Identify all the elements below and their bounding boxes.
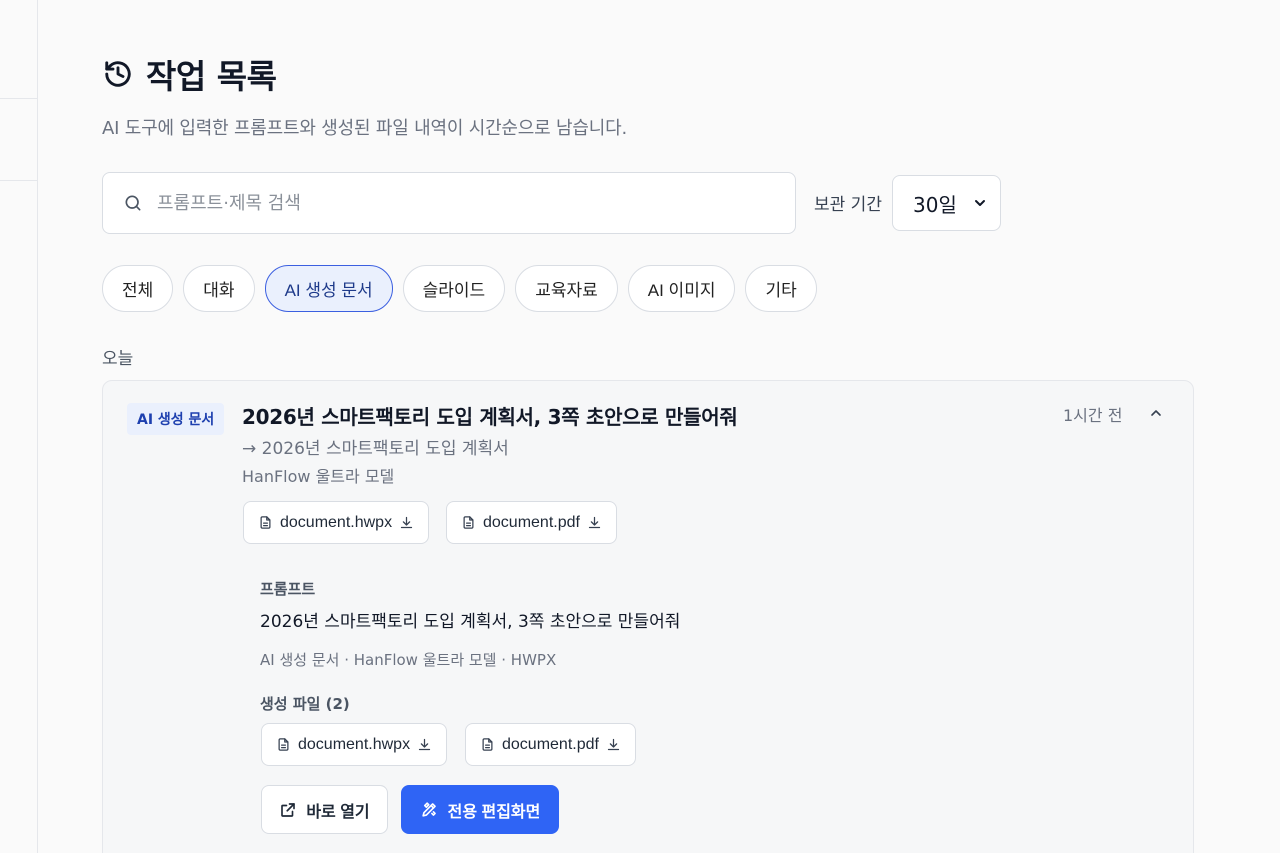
filter-chip-other[interactable]: 기타 [745, 265, 817, 312]
chevron-up-icon [1148, 405, 1164, 421]
history-icon [102, 58, 134, 90]
page-title: 작업 목록 [146, 57, 277, 96]
group-label-today: 오늘 [102, 349, 134, 369]
retention-label: 보관 기간 [814, 195, 882, 215]
item-time: 1시간 전 [1063, 406, 1123, 425]
filter-chip-ai-image[interactable]: AI 이미지 [627, 265, 736, 312]
page-header: 작업 목록 [102, 52, 277, 96]
open-button-label: 바로 열기 [306, 803, 370, 821]
generated-file-button[interactable]: document.hwpx [261, 723, 448, 766]
file-name: document.hwpx [280, 513, 393, 531]
prompt-meta: AI 생성 문서 · HanFlow 울트라 모델 · HWPX [260, 651, 557, 669]
open-button[interactable]: 바로 열기 [261, 785, 388, 834]
search-icon [123, 193, 143, 213]
item-target: → 2026년 스마트팩토리 도입 계획서 [242, 439, 509, 459]
filter-chip-all[interactable]: 전체 [102, 265, 174, 312]
search-input[interactable] [157, 192, 775, 214]
rail-divider [0, 98, 38, 99]
download-icon [606, 737, 621, 752]
filter-chips: 전체 대화 AI 생성 문서 슬라이드 교육자료 AI 이미지 기타 [102, 265, 817, 312]
file-download-button[interactable]: document.hwpx [243, 501, 430, 544]
download-icon [587, 515, 602, 530]
item-model: HanFlow 울트라 모델 [242, 467, 395, 486]
generated-files-label: 생성 파일 (2) [260, 695, 350, 713]
file-download-button[interactable]: document.pdf [446, 501, 617, 544]
chevron-down-icon [972, 195, 988, 211]
prompt-text: 2026년 스마트팩토리 도입 계획서, 3쪽 초안으로 만들어줘 [260, 612, 681, 632]
main-content: 작업 목록 AI 도구에 입력한 프롬프트와 생성된 파일 내역이 시간순으로 … [102, 0, 1194, 853]
file-icon [276, 737, 291, 752]
left-rail [0, 0, 38, 853]
dedicated-editor-label: 전용 편집화면 [447, 803, 541, 821]
edit-tools-icon [420, 800, 439, 819]
retention-value: 30일 [913, 192, 957, 217]
page-description: AI 도구에 입력한 프롬프트와 생성된 파일 내역이 시간순으로 남습니다. [102, 118, 627, 139]
collapse-button[interactable] [1146, 403, 1166, 423]
filter-chip-ai-document[interactable]: AI 생성 문서 [264, 265, 393, 312]
prompt-label: 프롬프트 [260, 580, 316, 598]
external-link-icon [279, 801, 297, 819]
file-icon [461, 515, 476, 530]
file-icon [480, 737, 495, 752]
generated-file-button[interactable]: document.pdf [465, 723, 636, 766]
search-box[interactable] [102, 172, 796, 234]
file-name: document.pdf [483, 513, 580, 531]
rail-divider [0, 180, 38, 181]
filter-chip-chat[interactable]: 대화 [183, 265, 255, 312]
file-name: document.pdf [502, 735, 599, 753]
filter-chip-slides[interactable]: 슬라이드 [402, 265, 506, 312]
download-icon [399, 515, 414, 530]
type-badge: AI 생성 문서 [127, 403, 225, 435]
dedicated-editor-button[interactable]: 전용 편집화면 [401, 785, 559, 834]
download-icon [417, 737, 432, 752]
item-title[interactable]: 2026년 스마트팩토리 도입 계획서, 3쪽 초안으로 만들어줘 [242, 401, 738, 430]
file-name: document.hwpx [298, 735, 411, 753]
retention-select[interactable]: 30일 [892, 175, 1001, 231]
filter-chip-education[interactable]: 교육자료 [515, 265, 618, 312]
file-icon [258, 515, 273, 530]
